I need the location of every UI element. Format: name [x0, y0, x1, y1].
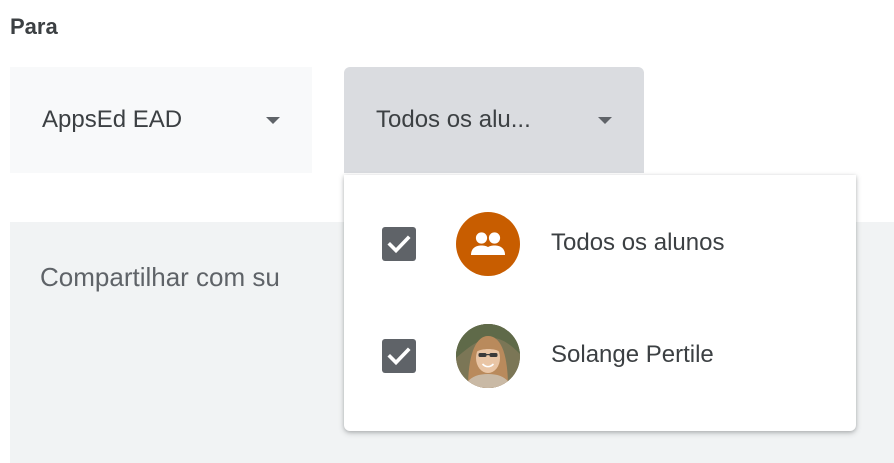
share-dialog: Para AppsEd EAD Todos os alu... Comparti…	[0, 0, 894, 463]
menu-item-label: Todos os alunos	[551, 229, 725, 256]
class-select[interactable]: AppsEd EAD	[10, 67, 312, 173]
dropdown-arrow-icon	[598, 117, 612, 124]
menu-item-all-students[interactable]: Todos os alunos	[344, 189, 856, 301]
class-select-value: AppsEd EAD	[42, 106, 183, 133]
students-dropdown-menu: Todos os alunos Solange Pertile	[344, 175, 856, 431]
menu-item-label: Solange Pertile	[551, 341, 714, 368]
checkbox-checked-icon[interactable]	[382, 227, 416, 261]
menu-item-student[interactable]: Solange Pertile	[344, 301, 856, 413]
share-placeholder: Compartilhar com su	[40, 262, 280, 292]
checkbox-checked-icon[interactable]	[382, 339, 416, 373]
user-avatar-photo	[456, 324, 520, 388]
dropdown-arrow-icon	[266, 117, 280, 124]
group-icon	[456, 212, 520, 276]
to-label: Para	[10, 14, 58, 39]
students-select[interactable]: Todos os alu...	[344, 67, 644, 173]
students-select-value: Todos os alu...	[376, 106, 531, 133]
